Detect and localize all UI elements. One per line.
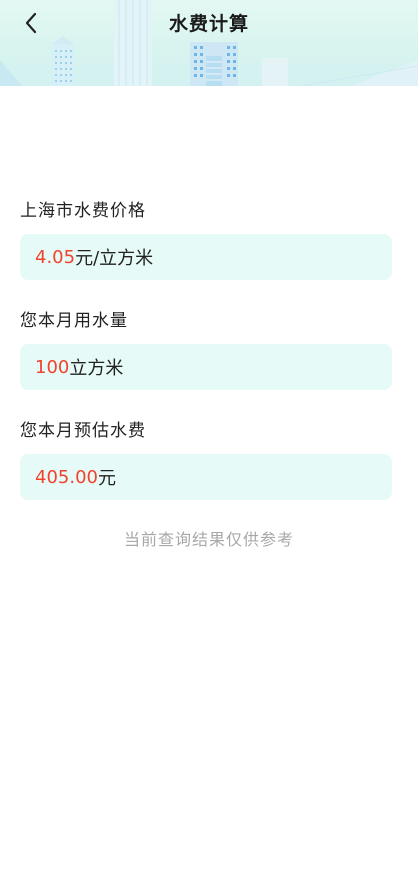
fee-value-box: 405.00 元 xyxy=(20,454,392,500)
price-label: 上海市水费价格 xyxy=(20,201,146,221)
fee-unit: 元 xyxy=(97,468,116,489)
usage-unit: 立方米 xyxy=(69,358,124,379)
disclaimer-note: 当前查询结果仅供参考 xyxy=(123,530,294,549)
usage-value: 100 xyxy=(35,356,70,378)
usage-label: 您本月用水量 xyxy=(20,311,128,331)
fee-label: 您本月预估水费 xyxy=(20,421,146,441)
page-title: 水费计算 xyxy=(168,13,249,35)
fee-value: 405.00 xyxy=(35,466,98,488)
price-unit: 元/立方米 xyxy=(75,248,154,269)
header-banner: 水费计算 xyxy=(0,0,418,86)
price-value: 4.05 xyxy=(35,246,76,268)
usage-value-box: 100 立方米 xyxy=(20,344,392,390)
price-value-box: 4.05 元/立方米 xyxy=(20,234,392,280)
